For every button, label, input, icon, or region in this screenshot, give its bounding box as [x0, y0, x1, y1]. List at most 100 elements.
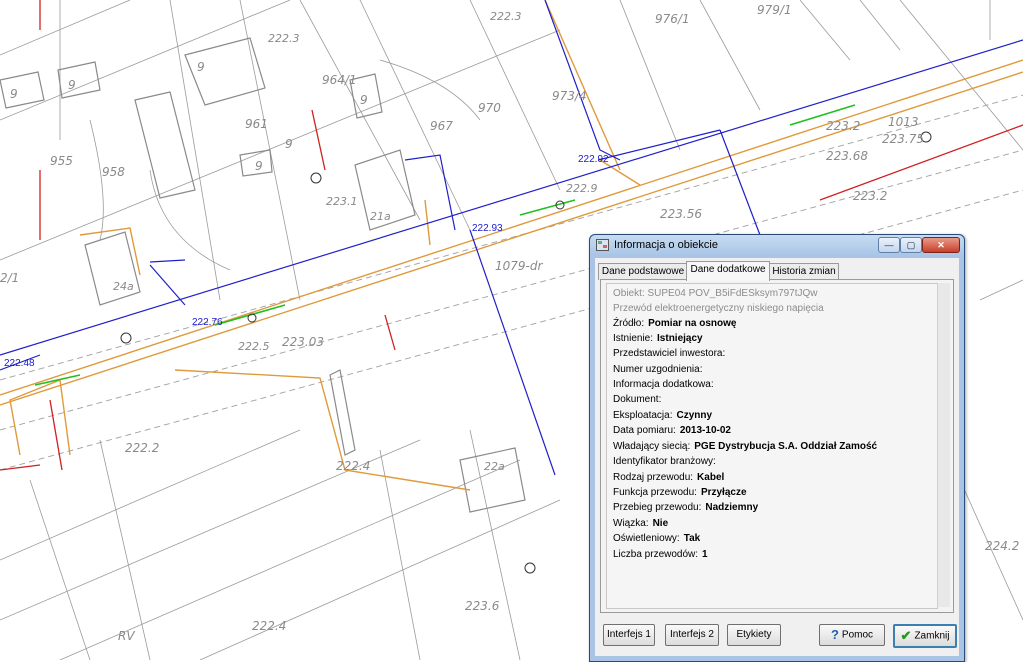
- field-row: Źródło: Pomiar na osnowę: [613, 318, 736, 329]
- map-parcel-label: RV: [118, 629, 135, 643]
- map-parcel-label: 964/1: [322, 73, 357, 87]
- map-height-label: 222.4: [336, 459, 370, 473]
- map-parcel-label: 1079-dr: [495, 259, 543, 273]
- map-parcel-label: 2/1: [0, 271, 19, 285]
- map-parcel-label: 970: [478, 101, 501, 115]
- window-titlebar[interactable]: Informacja o obiekcie — ▢ ✕: [590, 235, 964, 256]
- map-parcel-label: 24a: [113, 280, 134, 293]
- map-height-label: 223.2: [853, 189, 887, 203]
- vertical-scrollbar[interactable]: [937, 283, 950, 607]
- field-value: Tak: [683, 533, 701, 544]
- map-height-label: 222.9: [566, 182, 598, 195]
- field-row: Przebieg przewodu: Nadziemny: [613, 502, 758, 513]
- field-label: Liczba przewodów:: [613, 549, 699, 560]
- field-row: Informacja dodatkowa:: [613, 379, 718, 390]
- minimize-button[interactable]: —: [878, 237, 900, 253]
- field-value: 1: [702, 549, 708, 560]
- field-row: Przedstawiciel inwestora:: [613, 348, 729, 359]
- field-label: Numer uzgodnienia:: [613, 364, 703, 375]
- map-height-label: 222.5: [238, 340, 270, 353]
- map-height-label: 223.2: [826, 119, 860, 133]
- field-label: Przebieg przewodu:: [613, 502, 702, 513]
- map-height-label: 222.2: [125, 441, 159, 455]
- field-value: Nadziemny: [705, 502, 759, 513]
- field-label: Przedstawiciel inwestora:: [613, 348, 726, 359]
- field-row: Funkcja przewodu: Przyłącze: [613, 487, 747, 498]
- field-label: Eksploatacja:: [613, 410, 673, 421]
- field-value: Nie: [652, 518, 669, 529]
- map-parcel-label: 22a: [484, 460, 505, 473]
- map-height-label: 223.1: [326, 195, 358, 208]
- field-row: Identyfikator branżowy:: [613, 456, 720, 467]
- field-value: Pomiar na osnowę: [648, 318, 737, 329]
- field-row: Liczba przewodów: 1: [613, 549, 708, 560]
- help-icon: ?: [830, 627, 839, 642]
- map-parcel-label: 9: [68, 78, 76, 92]
- map-height-label: 222.3: [490, 10, 522, 23]
- field-row: Data pomiaru: 2013-10-02: [613, 425, 731, 436]
- map-cable-label: 222.92: [578, 154, 609, 165]
- tab-panel: Obiekt: SUPE04 POV_B5iFdESksym797tJQw Pr…: [600, 279, 954, 613]
- map-height-label: 222.4: [252, 619, 286, 633]
- close-button-label: Zamknij: [914, 630, 950, 642]
- field-label: Funkcja przewodu:: [613, 487, 697, 498]
- map-parcel-label: 976/1: [655, 12, 690, 26]
- close-button[interactable]: ✔ Zamknij: [893, 624, 957, 648]
- object-info-window: Informacja o obiekcie — ▢ ✕ Dane podstaw…: [589, 234, 965, 662]
- tab-historia-zmian[interactable]: Historia zmian: [769, 263, 839, 280]
- field-row: Wiązka: Nie: [613, 518, 668, 529]
- field-label: Władający siecią:: [613, 441, 691, 452]
- interface2-button[interactable]: Interfejs 2: [665, 624, 719, 646]
- object-id: Obiekt: SUPE04 POV_B5iFdESksym797tJQw: [613, 288, 818, 299]
- field-row: Dokument:: [613, 394, 665, 405]
- field-label: Dokument:: [613, 394, 662, 405]
- map-cable-label: 222.76: [192, 317, 223, 328]
- map-parcel-label: 961: [245, 117, 268, 131]
- properties-list[interactable]: Obiekt: SUPE04 POV_B5iFdESksym797tJQw Pr…: [606, 283, 938, 609]
- map-parcel-label: 973/4: [552, 89, 587, 103]
- field-label: Identyfikator branżowy:: [613, 456, 716, 467]
- map-parcel-label: 9: [285, 137, 293, 151]
- map-height-label: 222.3: [268, 32, 300, 45]
- window-title: Informacja o obiekcie: [614, 239, 718, 251]
- object-type: Przewód elektroenergetyczny niskiego nap…: [613, 303, 824, 314]
- labels-button[interactable]: Etykiety: [727, 624, 781, 646]
- map-height-label: 223.68: [826, 149, 868, 163]
- interface1-button[interactable]: Interfejs 1: [603, 624, 655, 646]
- checkmark-icon: ✔: [900, 628, 912, 643]
- map-parcel-label: 979/1: [757, 3, 792, 17]
- map-parcel-label: 9: [197, 60, 205, 74]
- map-parcel-label: 958: [102, 165, 125, 179]
- map-parcel-label: 21a: [370, 210, 391, 223]
- field-label: Wiązka:: [613, 518, 649, 529]
- field-label: Data pomiaru:: [613, 425, 676, 436]
- field-row: Numer uzgodnienia:: [613, 364, 707, 375]
- window-client-area: Dane podstawowe Dane dodatkowe Historia …: [595, 258, 959, 656]
- map-parcel-label: 9: [360, 93, 368, 107]
- field-row: Eksploatacja: Czynny: [613, 410, 712, 421]
- field-value: Kabel: [697, 472, 725, 483]
- field-label: Istnienie:: [613, 333, 654, 344]
- field-value: PGE Dystrybucja S.A. Oddział Zamość: [694, 441, 878, 452]
- field-row: Istnienie: Istniejący: [613, 333, 703, 344]
- map-parcel-label: 967: [430, 119, 453, 133]
- field-label: Oświetleniowy:: [613, 533, 680, 544]
- map-height-label: 224.2: [985, 539, 1019, 553]
- field-row: Władający siecią: PGE Dystrybucja S.A. Od…: [613, 441, 877, 452]
- field-row: Rodzaj przewodu: Kabel: [613, 472, 724, 483]
- map-cable-label: 222.93: [472, 223, 503, 234]
- field-label: Informacja dodatkowa:: [613, 379, 714, 390]
- field-value: 2013-10-02: [679, 425, 731, 436]
- map-height-label: 223.56: [660, 207, 702, 221]
- maximize-button[interactable]: ▢: [900, 237, 922, 253]
- tab-dane-dodatkowe[interactable]: Dane dodatkowe: [686, 261, 770, 281]
- tab-dane-podstawowe[interactable]: Dane podstawowe: [598, 263, 688, 280]
- field-value: Czynny: [676, 410, 713, 421]
- app-icon: [596, 239, 609, 251]
- field-label: Rodzaj przewodu:: [613, 472, 694, 483]
- help-button[interactable]: ? Pomoc: [819, 624, 885, 646]
- close-window-button[interactable]: ✕: [922, 237, 960, 253]
- map-height-label: 223.75: [882, 132, 924, 146]
- map-parcel-label: 1013: [888, 115, 919, 129]
- map-height-label: 223.03: [282, 335, 324, 349]
